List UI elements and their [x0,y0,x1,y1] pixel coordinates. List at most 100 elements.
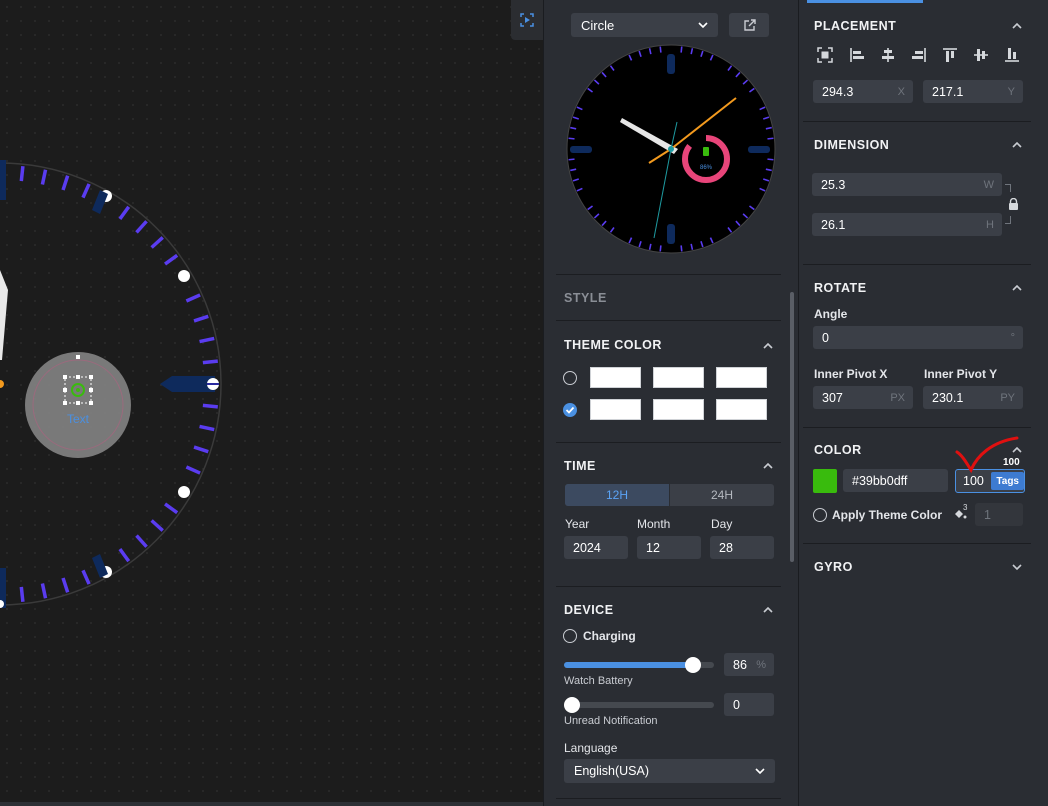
tick-mark [81,569,91,585]
theme-index-superscript: 3 [963,503,968,512]
notification-input[interactable]: 0 [724,693,774,716]
chevron-up-icon[interactable] [1012,21,1022,31]
chevron-up-icon[interactable] [1012,140,1022,150]
notification-slider[interactable] [564,697,714,713]
battery-slider-fill [564,662,693,668]
lock-icon[interactable] [1008,198,1019,210]
open-external-button[interactable] [729,13,769,37]
theme-swatch-1-2[interactable] [653,367,704,388]
apply-theme-radio[interactable] [813,508,827,522]
divider [803,427,1031,428]
checkmark-annotation-icon [955,436,1019,474]
preview-panel: Circle 86% STYLE THEME COLOR TIME 12H 24… [543,0,798,806]
tick-mark [767,137,774,140]
align-top-icon[interactable] [942,47,958,63]
divider [803,264,1031,265]
style-section-title[interactable]: STYLE [564,291,607,305]
align-right-icon[interactable] [911,47,927,63]
tick-mark [202,403,218,409]
gyro-title: GYRO [814,560,853,574]
preview-toggle-button[interactable] [511,0,543,40]
canvas-watch-face[interactable]: Text [0,0,543,806]
align-left-icon[interactable] [849,47,865,63]
tick-mark [118,205,131,220]
theme-swatch-2-2[interactable] [653,399,704,420]
battery-input[interactable]: 86 % [724,653,774,676]
panel-scrollbar[interactable] [790,292,794,562]
position-y-input[interactable]: 217.1 Y [923,80,1023,103]
day-input[interactable]: 28 [710,536,774,559]
chevron-up-icon[interactable] [763,461,773,471]
battery-unit: % [756,658,766,671]
time-24h-button[interactable]: 24H [670,484,774,506]
lock-bracket-bottom [1005,216,1011,224]
divider [803,121,1031,122]
shape-dropdown[interactable]: Circle [571,13,718,37]
chevron-down-icon [755,768,765,775]
year-input[interactable]: 2024 [564,536,628,559]
battery-widget-selected [25,352,131,458]
watch-preview: 86% [566,44,776,254]
theme-index-input[interactable]: 1 [975,503,1023,526]
width-input[interactable]: 25.3 W [812,173,1002,196]
tick-mark [568,137,575,140]
position-x-input[interactable]: 294.3 X [813,80,913,103]
tick-mark [81,183,91,199]
theme-swatch-2-3[interactable] [716,399,767,420]
align-center-v-icon[interactable] [973,47,989,63]
chevron-up-icon[interactable] [763,605,773,615]
theme-swatch-1-1[interactable] [590,367,641,388]
tick-mark [135,220,148,234]
charging-radio[interactable] [563,629,577,643]
color-swatch[interactable] [813,469,837,493]
theme-swatch-1-3[interactable] [716,367,767,388]
pivot-x-label: Inner Pivot X [814,367,888,381]
tick-mark [135,534,148,548]
notification-slider-thumb[interactable] [564,697,580,713]
time-title: TIME [564,459,596,473]
color-hex-input[interactable]: #39bb0dff [843,469,948,492]
tick-mark [199,336,215,344]
divider [803,543,1031,544]
preview-battery-text: 86% [700,165,713,171]
language-label: Language [564,741,618,755]
color-title: COLOR [814,443,862,457]
chevron-up-icon[interactable] [763,341,773,351]
editor-canvas[interactable]: Text [0,0,543,806]
active-tab-indicator [807,0,923,3]
tick-mark [164,502,179,515]
time-12h-button[interactable]: 12H [565,484,670,506]
pivot-y-input[interactable]: 230.1 PY [923,386,1023,409]
tick-mark [185,293,201,303]
fit-frame-icon[interactable] [817,47,833,63]
divider [556,274,781,275]
tick-mark [680,46,683,53]
dimension-title: DIMENSION [814,138,890,152]
pivot-x-input[interactable]: 307 PX [813,386,913,409]
tick-mark [150,519,164,532]
month-input[interactable]: 12 [637,536,701,559]
battery-slider[interactable] [564,657,714,673]
chevron-down-icon[interactable] [1012,562,1022,572]
device-title: DEVICE [564,603,614,617]
align-bottom-icon[interactable] [1004,47,1020,63]
tick-mark [193,445,209,454]
day-label: Day [711,517,733,531]
height-input[interactable]: 26.1 H [812,213,1002,236]
tick-mark [659,46,662,53]
theme-row-1-radio[interactable] [563,371,577,385]
angle-input[interactable]: 0 ° [813,326,1023,349]
tick-mark [19,166,25,182]
external-link-icon [743,18,756,31]
tags-button[interactable]: Tags [991,472,1024,490]
month-label: Month [637,517,671,531]
language-dropdown[interactable]: English(USA) [564,759,775,783]
tick-mark [193,314,209,323]
chevron-up-icon[interactable] [1012,283,1022,293]
align-center-h-icon[interactable] [880,47,896,63]
theme-row-2-radio[interactable] [563,403,577,417]
tick-mark [659,245,662,252]
tick-mark [202,359,218,365]
theme-swatch-2-1[interactable] [590,399,641,420]
battery-slider-thumb[interactable] [685,657,701,673]
